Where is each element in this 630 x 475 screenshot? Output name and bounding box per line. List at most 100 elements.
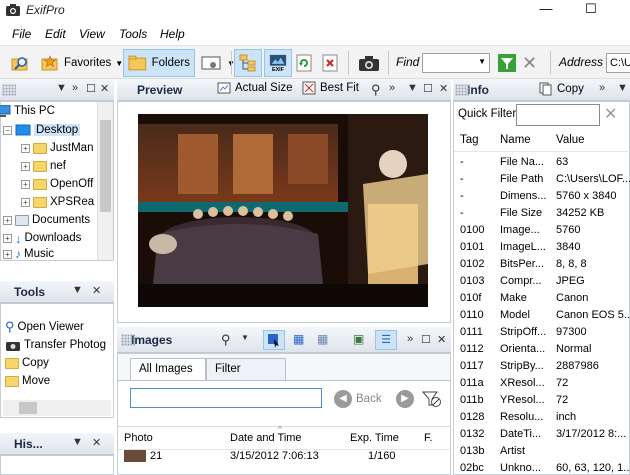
zoom-icon[interactable]: ⚲ — [371, 82, 381, 98]
menu-help[interactable]: Help — [160, 27, 185, 41]
tiles-view-icon[interactable]: ▣ — [353, 332, 364, 346]
dropdown-arrow-icon[interactable]: ▼ — [72, 284, 83, 296]
find-input[interactable]: ▼ — [422, 53, 490, 73]
tool-open-viewer[interactable]: ⚲ Open Viewer — [5, 318, 84, 336]
tool-move[interactable]: Move — [5, 372, 50, 390]
tree-item-documents[interactable]: + Documents — [3, 211, 90, 229]
exif-button[interactable]: EXIF — [264, 49, 292, 77]
maximize-button[interactable]: ☐ — [577, 0, 605, 20]
photo-thumbnail[interactable] — [124, 450, 146, 462]
camera-button[interactable] — [354, 49, 384, 77]
col-f-number[interactable]: F. — [424, 432, 433, 444]
close-icon[interactable]: ✕ — [437, 333, 446, 346]
expand-icon[interactable]: + — [21, 179, 30, 189]
table-row[interactable]: 0112 Orienta... Normal — [454, 341, 630, 358]
tree-item-downloads[interactable]: + ↓ Downloads — [3, 229, 81, 247]
forward-arrow-icon[interactable]: ▶ — [396, 390, 414, 408]
clear-find-button[interactable]: ✕ — [518, 49, 541, 77]
table-row[interactable]: 0111 StripOff... 97300 — [454, 324, 630, 341]
expand-icon[interactable]: + — [21, 161, 30, 171]
table-row[interactable]: 011b YResol... 72 — [454, 392, 630, 409]
collapse-icon[interactable]: − — [3, 125, 12, 135]
address-input[interactable]: C:\U — [606, 53, 630, 73]
table-row[interactable]: 0102 BitsPer... 8, 8, 8 — [454, 256, 630, 273]
zoom-icon[interactable]: ⚲ — [221, 332, 231, 348]
quick-filter-input[interactable] — [516, 104, 600, 126]
tree-item-this-pc[interactable]: This PC — [0, 102, 55, 120]
table-row[interactable]: 0103 Compr... JPEG — [454, 273, 630, 290]
expand-icon[interactable]: + — [21, 143, 30, 153]
tree-item-music[interactable]: + ♪ Music — [3, 247, 54, 261]
close-icon[interactable]: ✕ — [92, 284, 101, 297]
col-photo[interactable]: Photo — [124, 432, 153, 444]
apply-filter-button[interactable] — [494, 49, 520, 77]
close-icon[interactable]: ✕ — [604, 104, 617, 124]
expand-panel-icon[interactable]: » — [72, 82, 78, 94]
table-row[interactable]: 011a XResol... 72 — [454, 375, 630, 392]
best-fit-button[interactable]: Best Fit — [302, 81, 359, 95]
clear-filter-icon[interactable] — [422, 390, 442, 408]
dropdown-arrow-icon[interactable]: ▼ — [617, 82, 628, 94]
tree-item-xpsrea[interactable]: + XPSRea — [21, 193, 94, 211]
table-row[interactable]: - File Path C:\Users\LOF... — [454, 171, 630, 188]
small-thumbnails-icon[interactable]: ▦ — [317, 332, 328, 346]
table-row[interactable]: 013b Artist — [454, 443, 630, 460]
filter-input[interactable] — [130, 388, 322, 408]
minimize-button[interactable]: — — [532, 0, 560, 20]
table-row[interactable]: 010f Make Canon — [454, 290, 630, 307]
menu-edit[interactable]: Edit — [45, 27, 66, 41]
expand-panel-icon[interactable]: » — [389, 82, 395, 94]
table-row[interactable]: 0117 StripBy... 2887986 — [454, 358, 630, 375]
col-exp-time[interactable]: Exp. Time — [350, 432, 399, 444]
table-row[interactable]: 21 3/15/2012 7:06:13 1/160 — [118, 450, 450, 474]
view-mode-button[interactable]: ▼ — [197, 49, 239, 77]
close-icon[interactable]: ✕ — [92, 436, 101, 449]
table-row[interactable]: 02bc Unkno... 60, 63, 120, 1... — [454, 460, 630, 475]
favorites-button[interactable]: Favorites ▼ — [36, 49, 127, 77]
dropdown-arrow-icon[interactable]: ▼ — [407, 82, 418, 94]
restore-panel-icon[interactable]: ☐ — [421, 333, 431, 346]
table-row[interactable]: 0132 DateTi... 3/17/2012 8:... — [454, 426, 630, 443]
restore-panel-icon[interactable]: ☐ — [423, 82, 433, 95]
col-tag[interactable]: Tag — [460, 134, 479, 146]
tree-item-openoff[interactable]: + OpenOff — [21, 175, 93, 193]
folders-scrollbar[interactable] — [97, 102, 113, 260]
table-row[interactable]: - File Na... 63 — [454, 154, 630, 171]
table-row[interactable]: 0101 ImageL... 3840 — [454, 239, 630, 256]
restore-panel-icon[interactable]: ☐ — [86, 82, 96, 95]
expand-icon[interactable]: + — [3, 249, 12, 259]
tree-item-desktop[interactable]: − Desktop — [3, 121, 81, 139]
dropdown-arrow-icon[interactable]: ▼ — [72, 436, 83, 448]
tab-filter-images[interactable]: Filter Images — [206, 358, 286, 395]
tree-view-button[interactable] — [234, 49, 262, 77]
col-name[interactable]: Name — [500, 134, 531, 146]
col-date-time[interactable]: Date and Time — [230, 432, 302, 444]
tool-transfer-photos[interactable]: Transfer Photog — [5, 336, 106, 354]
close-icon[interactable]: ✕ — [100, 82, 109, 95]
dropdown-arrow-icon[interactable]: ▼ — [56, 82, 67, 94]
large-thumbnails-button[interactable] — [263, 330, 285, 350]
dropdown-arrow-icon[interactable]: ▼ — [241, 333, 249, 342]
details-view-button[interactable]: ☰ — [375, 330, 397, 350]
menu-view[interactable]: View — [79, 27, 105, 41]
refresh-button[interactable] — [292, 49, 316, 77]
tools-hscrollbar[interactable] — [3, 400, 111, 416]
browse-button[interactable] — [6, 49, 34, 77]
tab-all-images[interactable]: All Images — [130, 358, 206, 380]
preview-photo[interactable] — [138, 114, 428, 307]
tree-item-nef[interactable]: + nef — [21, 157, 66, 175]
expand-icon[interactable]: + — [21, 197, 30, 207]
copy-button[interactable]: Copy — [539, 82, 584, 96]
close-icon[interactable]: ✕ — [439, 82, 448, 95]
table-row[interactable]: 0110 Model Canon EOS 5... — [454, 307, 630, 324]
menu-file[interactable]: File — [12, 27, 31, 41]
actual-size-button[interactable]: Actual Size — [217, 81, 293, 95]
tree-item-justman[interactable]: + JustMan — [21, 139, 93, 157]
scrollbar-thumb[interactable] — [19, 402, 37, 414]
folders-button[interactable]: Folders — [123, 49, 195, 77]
expand-panel-icon[interactable]: » — [599, 82, 605, 94]
medium-thumbnails-icon[interactable]: ▦ — [293, 332, 304, 346]
back-button[interactable]: ◀ Back — [334, 390, 382, 408]
table-row[interactable]: 0100 Image... 5760 — [454, 222, 630, 239]
tool-copy[interactable]: Copy — [5, 354, 49, 372]
